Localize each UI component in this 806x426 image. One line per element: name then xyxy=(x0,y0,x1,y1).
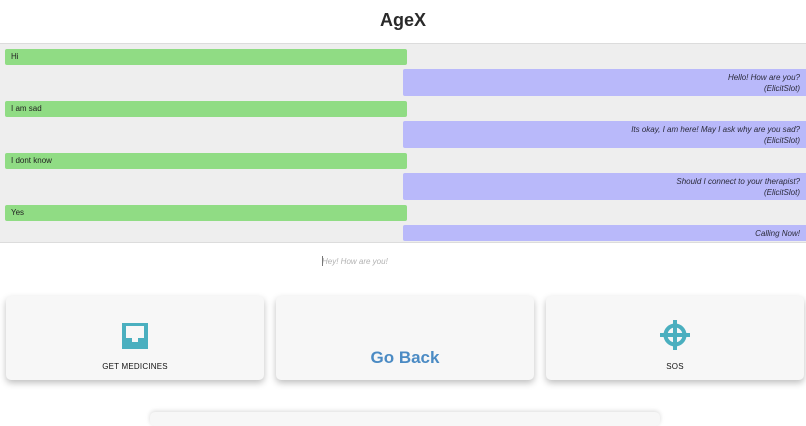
user-message: Hi xyxy=(5,49,407,65)
user-message: Yes xyxy=(5,205,407,221)
crosshair-icon xyxy=(660,320,690,350)
bot-message-text: Calling Now! xyxy=(755,229,800,238)
user-message: I dont know xyxy=(5,153,407,169)
bot-message-text: Should I connect to your therapist? xyxy=(676,177,800,186)
app-title: AgeX xyxy=(379,10,426,30)
bot-message: Its okay, I am here! May I ask why are y… xyxy=(403,121,806,148)
bot-message-text: Its okay, I am here! May I ask why are y… xyxy=(631,125,800,134)
inbox-tray-icon xyxy=(122,323,148,349)
bot-message-text: Hello! How are you? xyxy=(727,73,800,82)
message-input[interactable] xyxy=(322,255,522,267)
get-medicines-label: GET MEDICINES xyxy=(102,362,168,371)
user-message-text: I am sad xyxy=(11,104,42,113)
bot-message-slot: (ElicitSlot) xyxy=(763,188,800,197)
sos-button[interactable]: SOS xyxy=(546,296,804,380)
bot-message-slot: (ElicitSlot) xyxy=(763,84,800,93)
bot-message: Should I connect to your therapist? (Eli… xyxy=(403,173,806,200)
text-cursor xyxy=(322,256,323,266)
bottom-panel xyxy=(150,412,660,426)
bot-message-slot: (ElicitSlot) xyxy=(763,136,800,145)
sos-label: SOS xyxy=(666,362,684,371)
user-message-text: Yes xyxy=(11,208,25,217)
go-back-label: Go Back xyxy=(370,348,440,367)
user-message-text: I dont know xyxy=(11,156,52,165)
go-back-button[interactable]: Go Back xyxy=(276,296,534,380)
bot-message: Hello! How are you? (ElicitSlot) xyxy=(403,69,806,96)
user-message-text: Hi xyxy=(11,52,19,61)
get-medicines-button[interactable]: GET MEDICINES xyxy=(6,296,264,380)
user-message: I am sad xyxy=(5,101,407,117)
bot-message: Calling Now! xyxy=(403,225,806,241)
conversation-panel[interactable]: Hi Hello! How are you? (ElicitSlot) I am… xyxy=(0,43,806,243)
